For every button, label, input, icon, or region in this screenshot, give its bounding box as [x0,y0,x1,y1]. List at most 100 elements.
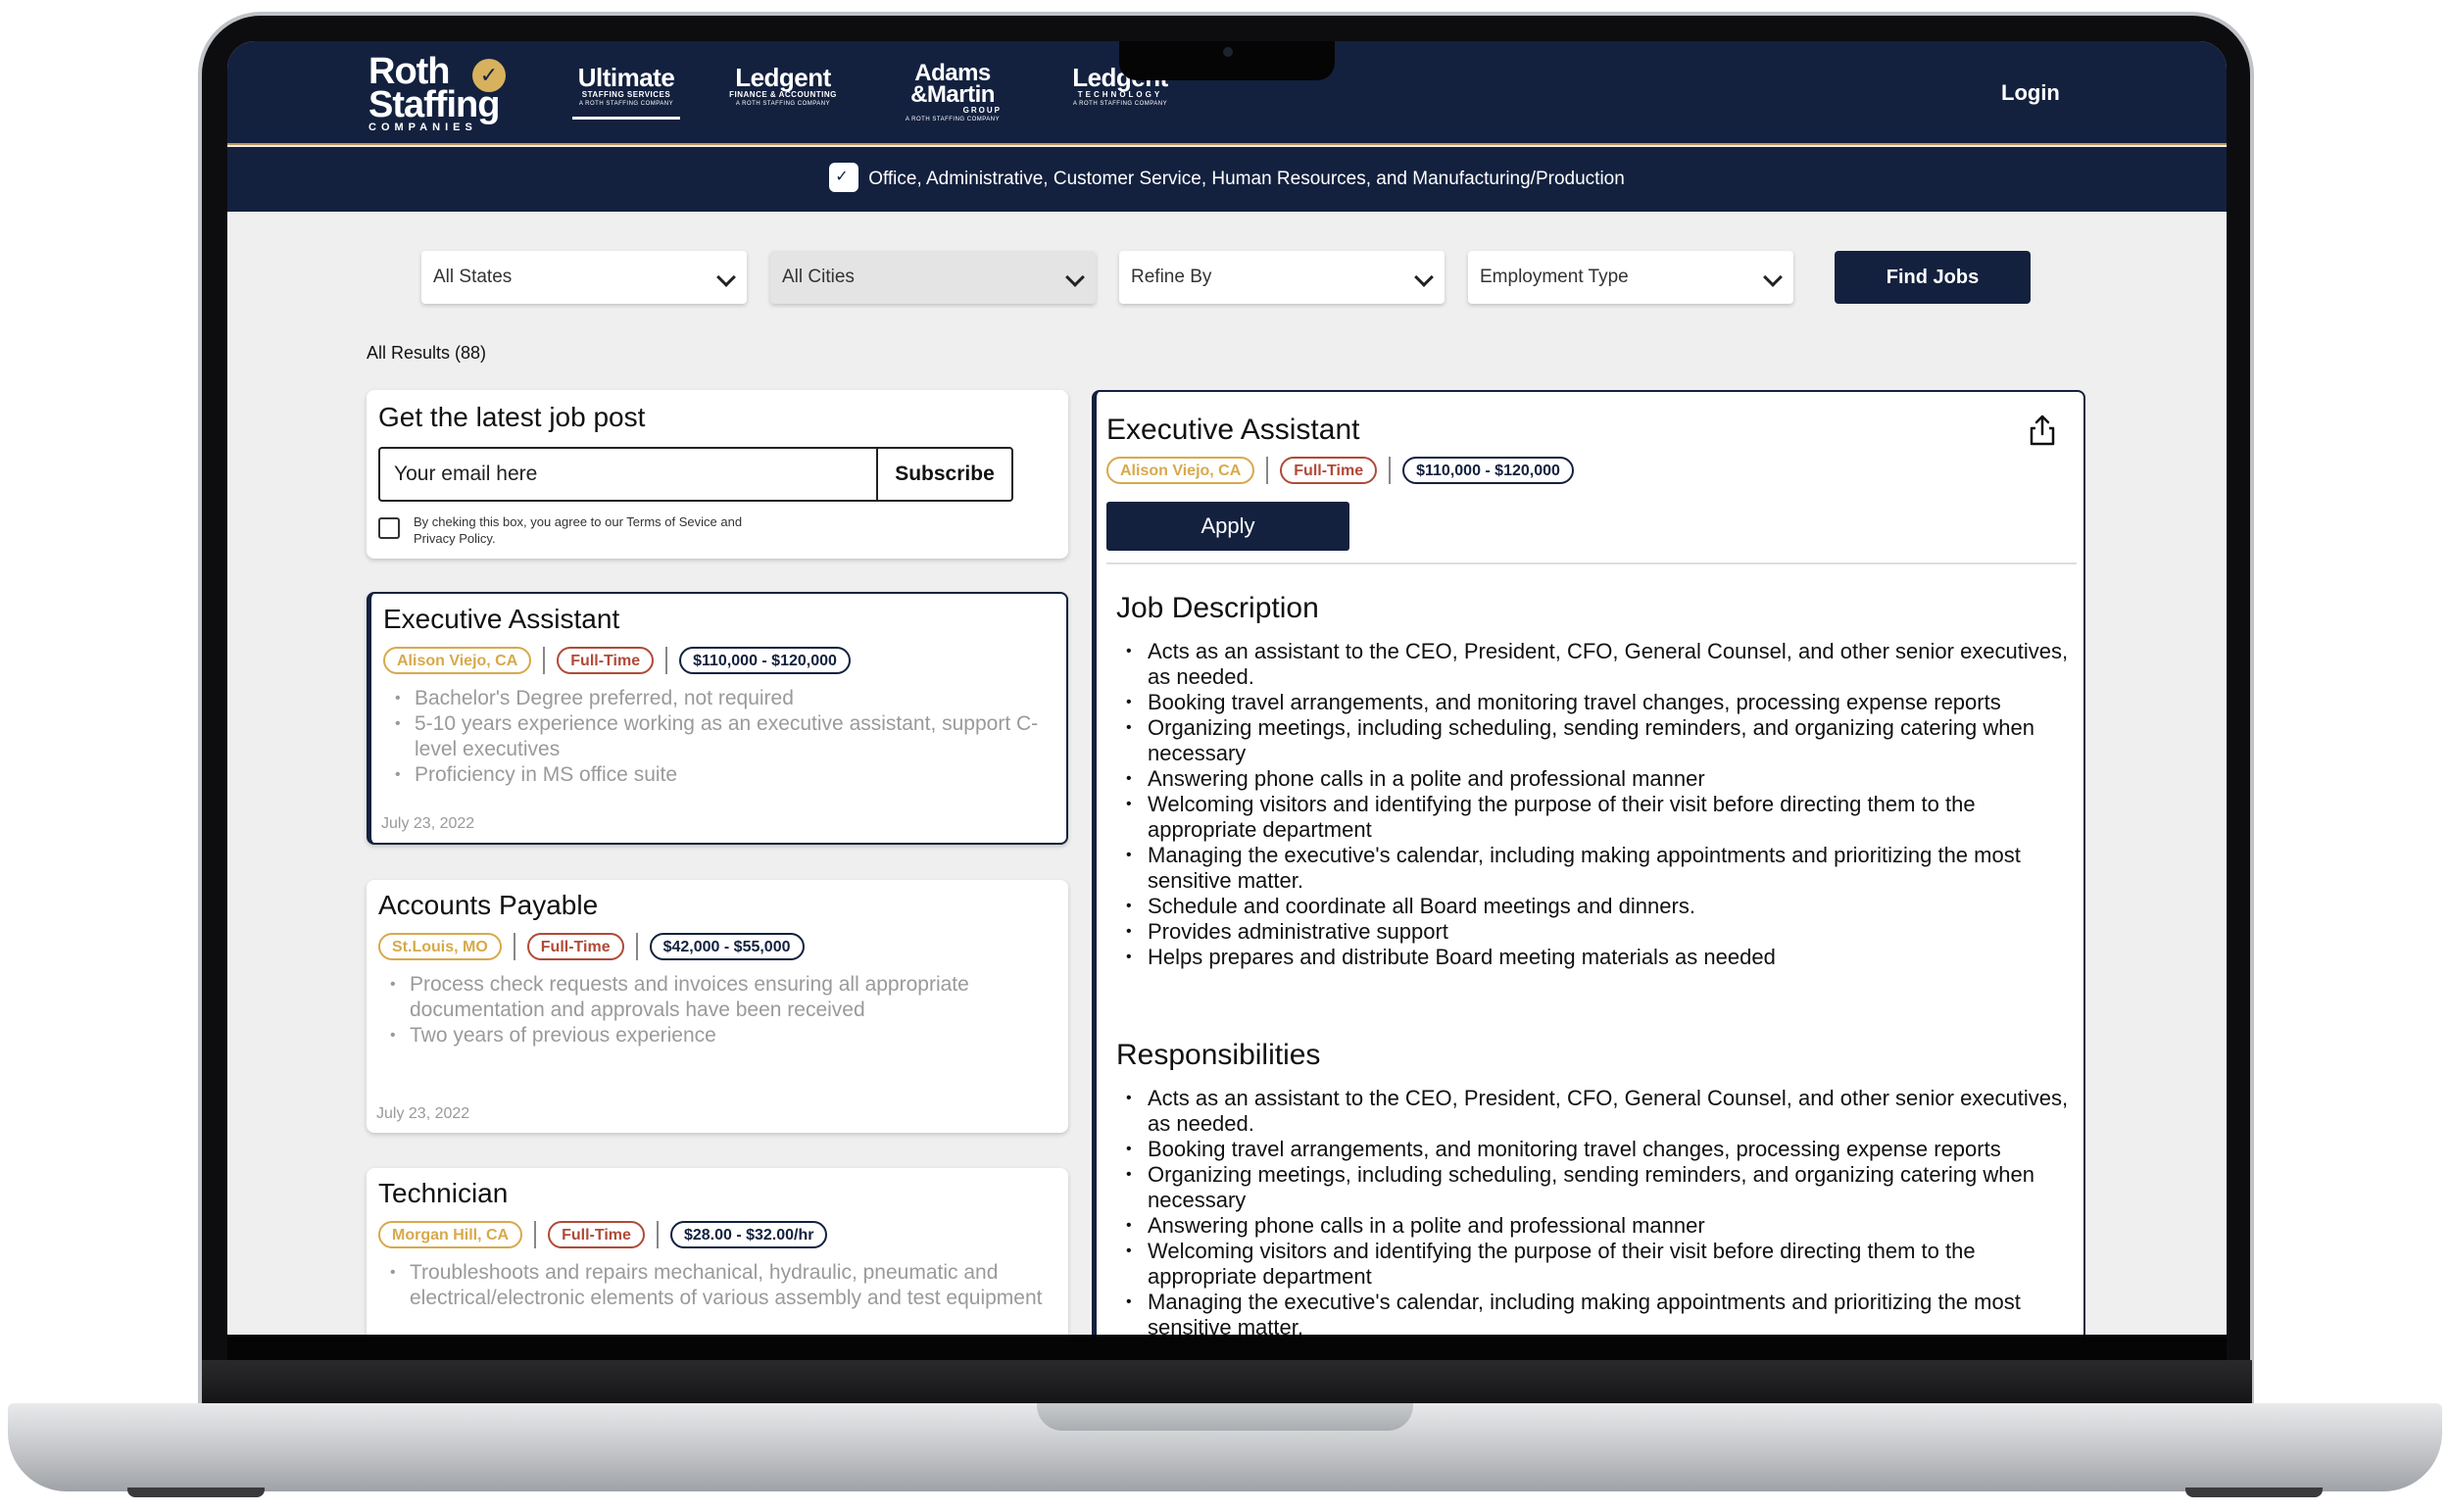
list-item: Organizing meetings, including schedulin… [1116,1162,2077,1213]
brand-sub: TECHNOLOGY [1077,90,1163,99]
list-item: Schedule and coordinate all Board meetin… [1116,894,2077,919]
job-date: July 23, 2022 [376,1105,470,1122]
job-tags: Alison Viejo, CA Full-Time $110,000 - $1… [383,647,851,674]
brand-adams-martin[interactable]: Adams &Martin GROUP A ROTH STAFFING COMP… [904,62,1002,123]
detail-tags: Alison Viejo, CA Full-Time $110,000 - $1… [1106,457,1574,484]
logo-line-3: COMPANIES [368,122,477,133]
list-item: Helps prepares and distribute Board meet… [1116,945,2077,970]
pay-tag: $110,000 - $120,000 [1402,457,1574,484]
screen: Roth Staffing COMPANIES ✓ Ultimate STAFF… [227,41,2227,1335]
email-input[interactable]: Your email here [378,447,876,502]
terms-checkbox[interactable] [378,517,400,539]
apply-button[interactable]: Apply [1106,502,1349,551]
job-card-technician[interactable]: Technician Morgan Hill, CA Full-Time $28… [367,1168,1068,1335]
subscribe-title: Get the latest job post [378,402,646,432]
checkmark-badge-icon: ✓ [472,59,506,92]
type-tag: Full-Time [1280,457,1378,484]
trackpad-notch [1037,1403,1413,1431]
job-bullets: Process check requests and invoices ensu… [378,972,1054,1049]
location-tag: Alison Viejo, CA [383,647,532,674]
select-value: All States [433,267,513,287]
brand-name-2: &Martin [910,81,995,108]
brand-sub: STAFFING SERVICES [581,90,671,99]
brand-sub2: A ROTH STAFFING COMPANY [905,117,1001,122]
job-bullets: Bachelor's Degree preferred, not require… [383,686,1059,788]
brand-name: Ultimate [577,63,675,92]
camera-icon [1223,47,1233,57]
list-item: Managing the executive's calendar, inclu… [1116,843,2077,894]
select-value: Refine By [1131,267,1212,287]
brand-sub2: A ROTH STAFFING COMPANY [578,101,674,107]
list-item: Welcoming visitors and identifying the p… [1116,792,2077,843]
list-item: Managing the executive's calendar, inclu… [1116,1290,2077,1335]
find-jobs-button[interactable]: Find Jobs [1835,251,2031,304]
job-tags: Morgan Hill, CA Full-Time $28.00 - $32.0… [378,1221,828,1248]
laptop-foot [127,1488,265,1497]
type-tag: Full-Time [526,933,624,960]
list-item: Bachelor's Degree preferred, not require… [383,686,1059,711]
list-item: Acts as an assistant to the CEO, Preside… [1116,1086,2077,1137]
job-title: Executive Assistant [383,604,620,634]
list-item: Organizing meetings, including schedulin… [1116,715,2077,766]
subscribe-button[interactable]: Subscribe [876,447,1013,502]
share-icon[interactable] [2028,414,2057,447]
list-item: Booking travel arrangements, and monitor… [1116,1137,2077,1162]
terms-text: By cheking this box, you agree to our Te… [414,514,743,546]
roth-staffing-logo[interactable]: Roth Staffing COMPANIES ✓ [368,51,535,137]
list-item: Proficiency in MS office suite [383,762,1059,788]
list-item: Two years of previous experience [378,1023,1054,1049]
results-count: All Results (88) [367,343,487,363]
employment-type-select[interactable]: Employment Type [1468,251,1793,304]
brand-sub2: A ROTH STAFFING COMPANY [1072,101,1168,107]
divider [1106,562,2077,564]
chevron-down-icon [1414,268,1434,287]
job-bullets: Troubleshoots and repairs mechanical, hy… [378,1260,1054,1311]
list-item: Troubleshoots and repairs mechanical, hy… [378,1260,1054,1311]
brand-ledgent-finance[interactable]: Ledgent FINANCE & ACCOUNTING A ROTH STAF… [729,65,837,108]
responsibilities-list: Acts as an assistant to the CEO, Preside… [1116,1086,2077,1335]
logo-line-2: Staffing [368,84,500,125]
pay-tag: $42,000 - $55,000 [649,933,805,960]
chevron-down-icon [1065,268,1085,287]
list-item: Answering phone calls in a polite and pr… [1116,766,2077,792]
type-tag: Full-Time [557,647,655,674]
select-value: All Cities [782,267,855,287]
screen-bezel [227,1335,2227,1360]
brand-name: Ledgent [735,63,831,92]
pay-tag: $110,000 - $120,000 [679,647,851,674]
job-card-executive-assistant[interactable]: Executive Assistant Alison Viejo, CA Ful… [367,592,1068,845]
location-tag: St.Louis, MO [378,933,502,960]
job-date: July 23, 2022 [381,815,475,832]
select-value: Employment Type [1480,267,1629,287]
states-select[interactable]: All States [421,251,747,304]
job-title: Accounts Payable [378,890,599,920]
login-link[interactable]: Login [2001,80,2060,106]
list-item: Answering phone calls in a polite and pr… [1116,1213,2077,1239]
list-item: Welcoming visitors and identifying the p… [1116,1239,2077,1290]
list-item: 5-10 years experience working as an exec… [383,711,1059,762]
job-detail-panel: Executive Assistant Alison Viejo, CA Ful… [1092,390,2085,1335]
cities-select[interactable]: All Cities [770,251,1096,304]
laptop-foot [2185,1488,2323,1497]
type-tag: Full-Time [548,1221,645,1248]
location-tag: Alison Viejo, CA [1106,457,1255,484]
category-text: Office, Administrative, Customer Service… [868,169,1625,189]
chevron-down-icon [1763,268,1783,287]
laptop-hinge [202,1360,2252,1405]
logo-line-1: Roth [368,51,451,92]
job-title: Technician [378,1178,509,1208]
job-tags: St.Louis, MO Full-Time $42,000 - $55,000 [378,933,805,960]
list-item: Acts as an assistant to the CEO, Preside… [1116,639,2077,690]
list-item: Booking travel arrangements, and monitor… [1116,690,2077,715]
job-description-heading: Job Description [1116,592,1319,624]
refine-select[interactable]: Refine By [1119,251,1445,304]
responsibilities-heading: Responsibilities [1116,1039,1321,1071]
pay-tag: $28.00 - $32.00/hr [669,1221,828,1248]
category-badge-icon [829,145,859,210]
job-card-accounts-payable[interactable]: Accounts Payable St.Louis, MO Full-Time … [367,880,1068,1133]
brand-sub2: A ROTH STAFFING COMPANY [735,101,831,107]
brand-sub: FINANCE & ACCOUNTING [729,90,837,99]
category-bar: Office, Administrative, Customer Service… [227,145,2227,212]
chevron-down-icon [716,268,736,287]
brand-ultimate[interactable]: Ultimate STAFFING SERVICES A ROTH STAFFI… [572,63,680,120]
